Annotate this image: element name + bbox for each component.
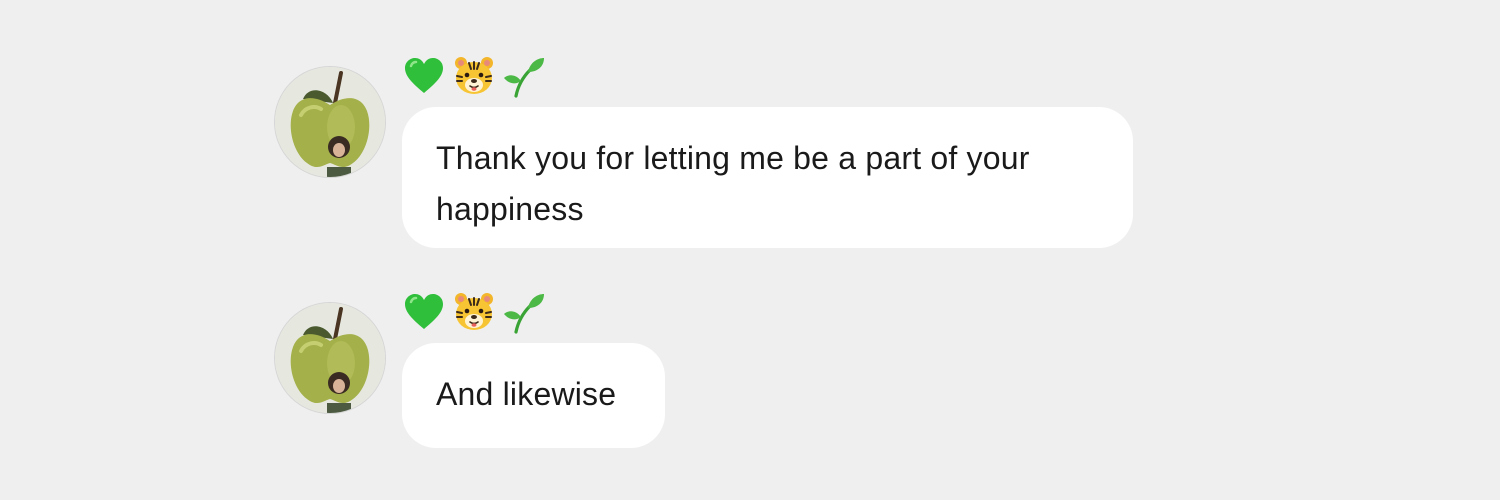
green-heart-icon bbox=[402, 290, 446, 334]
apple-avatar-icon bbox=[275, 303, 385, 413]
sender-avatar[interactable] bbox=[274, 66, 386, 178]
seedling-icon bbox=[502, 290, 546, 334]
sender-display-name[interactable] bbox=[402, 54, 546, 98]
sender-display-name[interactable] bbox=[402, 290, 546, 334]
tiger-face-icon bbox=[452, 290, 496, 334]
green-heart-icon bbox=[402, 54, 446, 98]
tiger-face-icon bbox=[452, 54, 496, 98]
apple-avatar-icon bbox=[275, 67, 385, 177]
seedling-icon bbox=[502, 54, 546, 98]
sender-avatar[interactable] bbox=[274, 302, 386, 414]
message-bubble[interactable]: Thank you for letting me be a part of yo… bbox=[402, 107, 1133, 248]
message-bubble[interactable]: And likewise bbox=[402, 343, 665, 448]
